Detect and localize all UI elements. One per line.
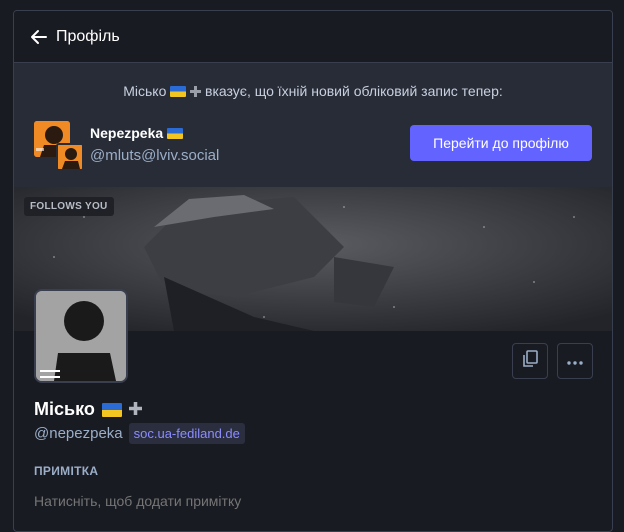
moved-message: Місько вказує, що їхній новий обліковий … [14,83,612,100]
profile-domain[interactable]: soc.ua-fediland.de [128,423,245,444]
copy-link-button[interactable] [512,343,548,379]
moved-message-text: вказує, що їхній новий обліковий запис т… [205,83,503,99]
cross-icon [190,84,202,100]
follows-you-badge: FOLLOWS YOU [24,197,114,216]
new-account-name[interactable]: Nepezpeka [90,125,184,141]
profile-name-text: Місько [34,399,95,419]
copy-icon [522,349,538,373]
profile-column: Профіль Місько вказує, що їхній новий об… [13,10,613,532]
new-account-handle[interactable]: @mluts@lviv.social [90,147,219,164]
moved-account-banner: Місько вказує, що їхній новий обліковий … [14,63,612,187]
profile-handle-row: @nepezpeka soc.ua-fediland.de [34,423,245,444]
profile-handle[interactable]: @nepezpeka [34,425,123,442]
ukraine-flag-icon [167,128,184,139]
ukraine-flag-icon [101,402,122,417]
moved-old-name: Місько [123,83,167,99]
new-account-avatar[interactable] [56,143,84,171]
note-input[interactable] [34,493,574,509]
note-label: ПРИМІТКА [34,464,99,478]
cross-icon [128,399,142,420]
more-dots-icon [567,352,583,370]
arrow-left-icon [30,28,48,46]
page-title: Профіль [56,28,120,45]
back-button[interactable]: Профіль [30,25,120,49]
profile-avatar[interactable] [34,289,128,383]
column-header: Профіль [14,11,612,63]
new-account-name-text: Nepezpeka [90,125,164,141]
go-to-profile-button[interactable]: Перейти до профілю [410,125,592,161]
profile-display-name: Місько [34,399,142,420]
more-options-button[interactable] [557,343,593,379]
ukraine-flag-icon [170,86,187,97]
